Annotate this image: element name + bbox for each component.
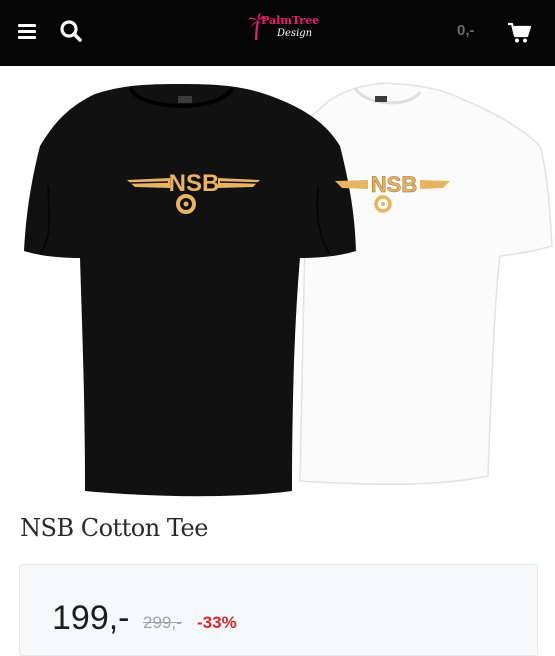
site-logo[interactable]: PalmTree Design: [245, 10, 319, 54]
product-title: NSB Cotton Tee: [20, 514, 208, 542]
logo-text-design: Design: [277, 28, 313, 39]
price-old: 299,-: [143, 613, 182, 632]
product-image[interactable]: NSB NSB: [0, 66, 555, 506]
menu-icon[interactable]: [16, 20, 40, 44]
nsb-letters: NSB: [169, 170, 220, 197]
cart-icon[interactable]: [507, 20, 532, 44]
cart-total[interactable]: 0,-: [457, 22, 475, 39]
site-header: PalmTree Design 0,-: [0, 0, 555, 66]
logo-text-palmtree: PalmTree: [261, 14, 320, 27]
price-current: 199,-: [52, 599, 130, 637]
price-box: 199,- 299,- -33%: [19, 564, 538, 656]
discount-badge: -33%: [197, 613, 237, 632]
search-icon[interactable]: [58, 18, 84, 44]
nsb-letters: NSB: [371, 172, 417, 197]
